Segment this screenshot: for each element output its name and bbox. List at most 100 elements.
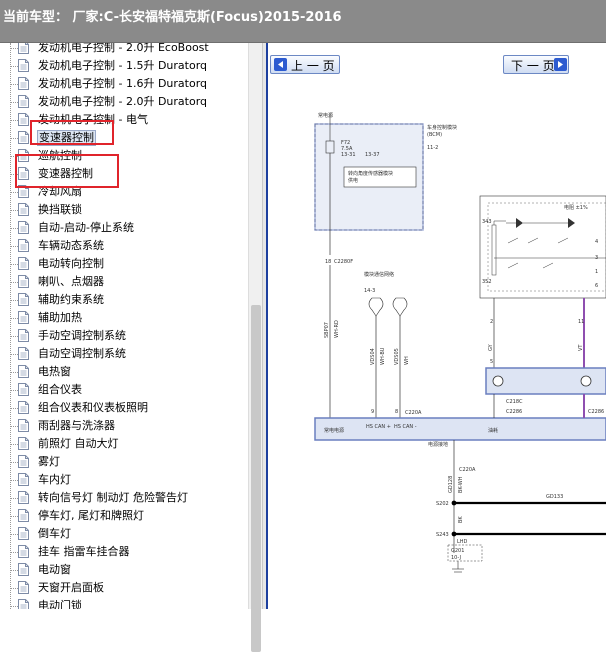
tree-item[interactable]: 换挡联锁 — [10, 201, 246, 219]
tree-item[interactable]: 前照灯 自动大灯 — [10, 435, 246, 453]
tree-item-label: 换挡联锁 — [38, 203, 82, 216]
tree-item[interactable]: 车内灯 — [10, 471, 246, 489]
tree-item-label: 倒车灯 — [38, 527, 71, 540]
tree-item[interactable]: 倒车灯 — [10, 525, 246, 543]
document-icon — [18, 599, 29, 609]
wire-gy: GY — [488, 343, 494, 351]
document-icon — [18, 437, 29, 450]
highlight-box-2 — [15, 154, 119, 188]
pin-5: 5 — [490, 359, 493, 365]
tree-item[interactable]: 停车灯, 尾灯和牌照灯 — [10, 507, 246, 525]
can-connector-left — [368, 297, 384, 317]
tree-item-label: 电动窗 — [38, 563, 71, 576]
wiring-diagram: 常电源 车身控制模块 (BCM) 11-2 F72 7.5A 13-31 13-… — [314, 112, 606, 573]
tree-item-label: 发动机电子控制 - 1.5升 Duratorq — [38, 59, 208, 72]
tree-item-label: 停车灯, 尾灯和牌照灯 — [38, 509, 144, 522]
tree-item-label: 自动空调控制系统 — [38, 347, 126, 360]
tree-item-label: 辅助约束系统 — [38, 293, 104, 306]
tree-item[interactable]: 发动机电子控制 - 1.5升 Duratorq — [10, 57, 246, 75]
document-icon — [18, 491, 29, 504]
document-icon — [18, 545, 29, 558]
tree-item[interactable]: 电动转向控制 — [10, 255, 246, 273]
tree-item-label: 组合仪表 — [38, 383, 82, 396]
document-icon — [18, 275, 29, 288]
tree-item-label: 转向信号灯 制动灯 危险警告灯 — [38, 491, 188, 504]
tree-item[interactable]: 喇叭、点烟器 — [10, 273, 246, 291]
tree-item[interactable]: 车辆动态系统 — [10, 237, 246, 255]
tree-scrollbar[interactable] — [248, 43, 263, 652]
next-page-button[interactable]: 下 一 页 — [503, 55, 569, 74]
tree-item-label: 挂车 指雷车挂合器 — [38, 545, 130, 558]
document-icon — [18, 239, 29, 252]
wire-wh-bu: WH-BU — [380, 347, 386, 365]
tree-item[interactable]: 手动空调控制系统 — [10, 327, 246, 345]
can-connector-right — [392, 297, 408, 317]
prev-page-button[interactable]: 上 一 页 — [270, 55, 340, 74]
tree-item[interactable]: 发动机电子控制 - 2.0升 EcoBoost — [10, 43, 246, 57]
tree-item[interactable]: 自动空调控制系统 — [10, 345, 246, 363]
lower-module-bar — [314, 417, 606, 441]
tree-item[interactable]: 挂车 指雷车挂合器 — [10, 543, 246, 561]
pin-9: 9 — [371, 409, 374, 415]
window-title: 当前车型： 厂家:C-长安福特福克斯(Focus)2015-2016 — [3, 10, 342, 25]
tree-item[interactable]: 发动机电子控制 - 2.0升 Duratorq — [10, 93, 246, 111]
gd133: GD133 — [546, 494, 563, 500]
fuse-pins-left: 13-31 — [341, 152, 356, 158]
tree-item[interactable]: 电动窗 — [10, 561, 246, 579]
diagram-viewer: 上 一 页 下 一 页 常电源 车身控制模块 (BCM) 11-2 F72 7.… — [266, 43, 606, 609]
tree-item-label: 雾灯 — [38, 455, 60, 468]
pin-6: 6 — [595, 283, 598, 289]
tree-item[interactable]: 天窗开启面板 — [10, 579, 246, 597]
s243: S243 — [436, 532, 449, 538]
wire-bk-wh: BK-WH — [458, 476, 464, 493]
tree-item[interactable]: 雨刮器与洗涤器 — [10, 417, 246, 435]
document-icon — [18, 455, 29, 468]
wire-sbp07: SBP07 — [324, 322, 330, 338]
g201: G201 — [451, 548, 464, 554]
tree-item-label: 喇叭、点烟器 — [38, 275, 104, 288]
document-icon — [18, 383, 29, 396]
document-icon — [18, 401, 29, 414]
tree-item[interactable]: 组合仪表和仪表板照明 — [10, 399, 246, 417]
wire-vds04: VDS04 — [370, 348, 376, 365]
sig1-label: 油耗 — [488, 427, 498, 434]
module-note2: 供电 — [348, 177, 358, 184]
tree-item[interactable]: 雾灯 — [10, 453, 246, 471]
tree-item[interactable]: 电动门锁 — [10, 597, 246, 609]
gnd-label: 电源接地 — [428, 441, 448, 448]
tree-item[interactable]: 自动-启动-停止系统 — [10, 219, 246, 237]
power-label: 常电电源 — [324, 427, 344, 434]
tree-item[interactable]: 辅助约束系统 — [10, 291, 246, 309]
c2286b: C2286 — [588, 409, 604, 415]
tree-item[interactable]: 转向信号灯 制动灯 危险警告灯 — [10, 489, 246, 507]
tree-panel: 发动机电子控制 - 2.0升 EcoBoost 发动机电子控制 - 1.5升 Du… — [0, 43, 248, 609]
tree-item-label: 电热窗 — [38, 365, 71, 378]
pin-4: 4 — [595, 239, 598, 245]
tree-item-label: 自动-启动-停止系统 — [38, 221, 134, 234]
tree-item[interactable]: 组合仪表 — [10, 381, 246, 399]
hs-can-minus: HS CAN - — [394, 424, 417, 430]
arrow-right-icon — [554, 58, 567, 71]
lhd: LHD — [457, 539, 468, 545]
wire-vds05: VDS05 — [394, 348, 400, 365]
r343: 343 — [482, 219, 492, 225]
pin-2: 2 — [490, 319, 493, 325]
document-icon — [18, 77, 29, 90]
document-icon — [18, 203, 29, 216]
power-source-label: 常电源 — [318, 112, 333, 119]
pin-1: 1 — [595, 269, 598, 275]
can-note: 模块通信网络 — [364, 271, 394, 278]
module-note-box — [343, 166, 417, 188]
module-note: 转向角度传感器模块 — [348, 170, 393, 177]
tree-item[interactable]: 发动机电子控制 - 1.6升 Duratorq — [10, 75, 246, 93]
pin-8: 8 — [395, 409, 398, 415]
tree-item-label: 车辆动态系统 — [38, 239, 104, 252]
wire-wh: WH — [404, 356, 410, 365]
scrollbar-thumb[interactable] — [251, 305, 261, 652]
document-icon — [18, 311, 29, 324]
tree-item[interactable]: 辅助加热 — [10, 309, 246, 327]
c2180: C218C — [506, 399, 523, 405]
document-icon — [18, 473, 29, 486]
tree-item-label: 发动机电子控制 - 1.6升 Duratorq — [38, 77, 208, 90]
tree-item[interactable]: 电热窗 — [10, 363, 246, 381]
